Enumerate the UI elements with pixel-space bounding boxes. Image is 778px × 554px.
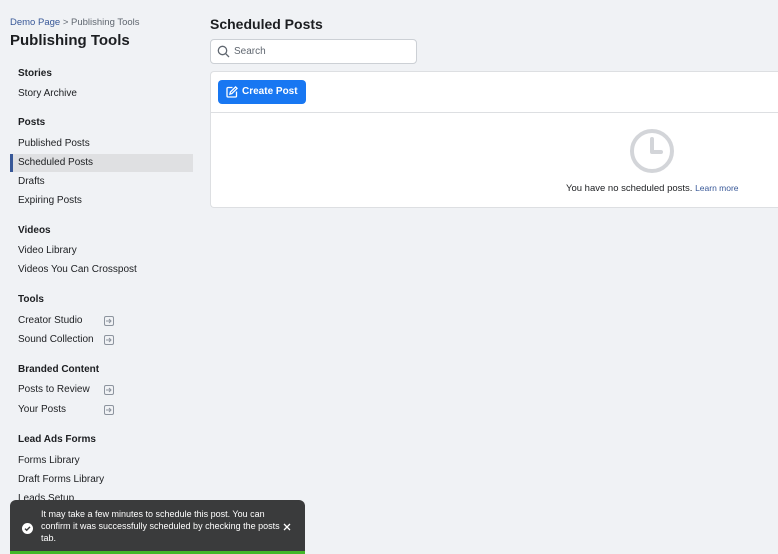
sidebar-item-label: Story Archive: [18, 88, 77, 99]
sidebar-item-published-posts[interactable]: Published Posts: [10, 135, 193, 153]
section-heading-tools: Tools: [18, 294, 44, 305]
sidebar-item-label: Scheduled Posts: [18, 157, 94, 168]
breadcrumb-demo-page[interactable]: Demo Page: [10, 17, 60, 28]
external-link-icon: [104, 405, 114, 415]
external-link-icon: [104, 385, 114, 395]
sidebar-item-creator-studio[interactable]: Creator Studio: [10, 312, 193, 330]
toast-message: It may take a few minutes to schedule th…: [41, 509, 280, 543]
section-heading-branded-content: Branded Content: [18, 364, 100, 375]
scheduled-posts-panel: Create Post You have no scheduled posts.…: [210, 71, 778, 208]
sidebar-item-label: Forms Library: [18, 455, 80, 466]
section-heading-stories: Stories: [18, 68, 52, 79]
sidebar-item-forms-library[interactable]: Forms Library: [10, 452, 193, 470]
sidebar-item-label: Drafts: [18, 176, 45, 187]
sidebar-item-label: Posts to Review: [18, 384, 90, 395]
learn-more-link[interactable]: Learn more: [695, 183, 738, 193]
breadcrumb: Demo Page > Publishing Tools: [10, 17, 140, 28]
sidebar-item-label: Expiring Posts: [18, 195, 82, 206]
panel-divider: [211, 112, 778, 113]
edit-icon: [226, 85, 239, 98]
sidebar-item-your-posts[interactable]: Your Posts: [10, 401, 193, 419]
sidebar-item-videos-crosspost[interactable]: Videos You Can Crosspost: [10, 261, 193, 279]
sidebar: Demo Page > Publishing Tools Publishing …: [0, 0, 202, 554]
section-heading-lead-ads-forms: Lead Ads Forms: [18, 434, 96, 445]
sidebar-item-label: Published Posts: [18, 138, 90, 149]
external-link-icon: [104, 316, 114, 326]
sidebar-title: Publishing Tools: [10, 32, 130, 49]
sidebar-item-posts-to-review[interactable]: Posts to Review: [10, 381, 193, 399]
sidebar-item-label: Creator Studio: [18, 315, 83, 326]
sidebar-item-draft-forms-library[interactable]: Draft Forms Library: [10, 471, 193, 489]
check-circle-icon: [22, 521, 33, 534]
sidebar-item-story-archive[interactable]: Story Archive: [10, 85, 193, 103]
clock-icon: [628, 127, 676, 175]
external-link-icon: [104, 335, 114, 345]
create-post-label: Create Post: [242, 86, 298, 97]
sidebar-item-expiring-posts[interactable]: Expiring Posts: [10, 192, 193, 210]
breadcrumb-current: Publishing Tools: [71, 17, 140, 28]
page-title: Scheduled Posts: [210, 16, 323, 32]
sidebar-item-label: Sound Collection: [18, 334, 94, 345]
sidebar-item-label: Videos You Can Crosspost: [18, 264, 137, 275]
sidebar-item-sound-collection[interactable]: Sound Collection: [10, 331, 193, 349]
search-box[interactable]: [210, 39, 417, 64]
sidebar-item-label: Your Posts: [18, 404, 66, 415]
create-post-button[interactable]: Create Post: [218, 80, 306, 104]
toast-notification: It may take a few minutes to schedule th…: [10, 500, 305, 554]
sidebar-item-video-library[interactable]: Video Library: [10, 242, 193, 260]
sidebar-item-drafts[interactable]: Drafts: [10, 173, 193, 191]
breadcrumb-separator: >: [62, 17, 69, 28]
sidebar-item-scheduled-posts[interactable]: Scheduled Posts: [10, 154, 193, 172]
search-icon: [217, 45, 230, 58]
close-icon[interactable]: [281, 520, 293, 532]
sidebar-item-label: Draft Forms Library: [18, 474, 105, 485]
section-heading-videos: Videos: [18, 225, 51, 236]
search-input[interactable]: [234, 43, 409, 60]
empty-state-message: You have no scheduled posts. Learn more: [566, 183, 739, 194]
section-heading-posts: Posts: [18, 117, 46, 128]
empty-state-text: You have no scheduled posts.: [566, 183, 693, 194]
sidebar-item-label: Video Library: [18, 245, 77, 256]
